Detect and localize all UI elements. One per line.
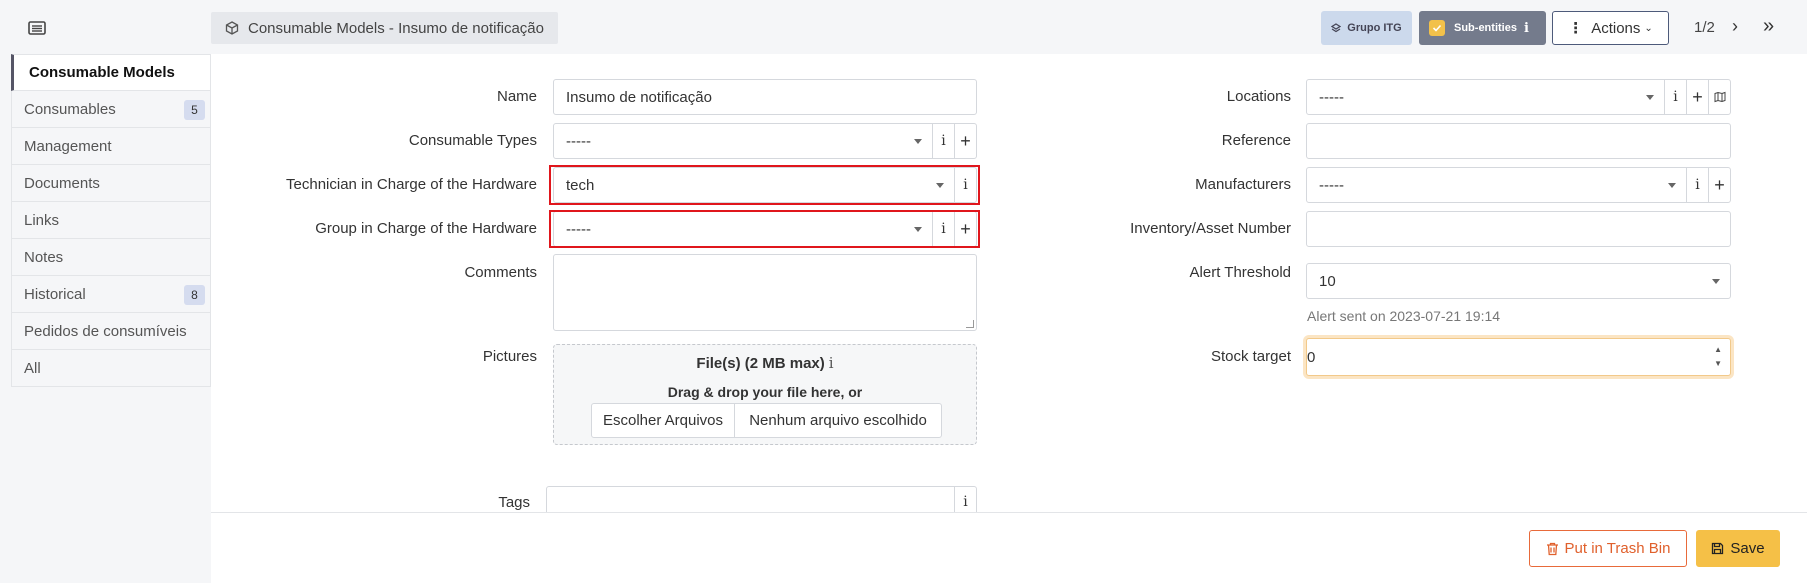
tab-list: Consumable Models Consumables 5 Managemen… (11, 54, 211, 387)
next-icon[interactable]: › (1732, 16, 1738, 37)
alert-threshold-label: Alert Threshold (1189, 264, 1291, 281)
reference-input[interactable] (1306, 123, 1731, 159)
page-title: Consumable Models - Insumo de notificaçã… (248, 19, 544, 37)
pictures-label: Pictures (482, 348, 537, 365)
tab-consumables[interactable]: Consumables 5 (11, 91, 211, 128)
dropzone-hint: Drag & drop your file here, or (667, 384, 863, 400)
manufacturers-value: ----- (1319, 176, 1344, 194)
kebab-icon: ⋮ (1568, 20, 1584, 37)
info-icon: i (1523, 20, 1529, 36)
file-dropzone[interactable]: File(s) (2 MB max) i Drag & drop your fil… (553, 344, 977, 445)
consumable-types-value: ----- (566, 132, 591, 150)
consumable-types-label: Consumable Types (408, 132, 537, 149)
top-bar: Consumable Models - Insumo de notificaçã… (211, 0, 1807, 54)
plus-icon[interactable]: + (1708, 168, 1730, 202)
alert-threshold-value: 10 (1319, 272, 1336, 290)
plus-icon[interactable]: + (1686, 80, 1708, 114)
count-badge: 8 (184, 285, 205, 305)
checkbox-icon (1429, 20, 1445, 36)
pager-count: 1/2 (1694, 19, 1715, 36)
chevron-down-icon (1712, 278, 1720, 284)
tags-label: Tags (498, 494, 530, 511)
choose-files-button[interactable]: Escolher Arquivos (592, 404, 735, 437)
actions-label: Actions (1591, 19, 1641, 37)
tab-label: Notes (24, 248, 64, 266)
stock-target-input[interactable]: 0 ▲ ▼ (1306, 338, 1731, 376)
trash-icon (1546, 542, 1558, 555)
locations-select[interactable]: ----- i + (1306, 79, 1731, 115)
locations-value: ----- (1319, 88, 1344, 106)
alert-threshold-select[interactable]: 10 (1306, 263, 1731, 299)
tab-label: Documents (24, 174, 100, 192)
inventory-input[interactable] (1306, 211, 1731, 247)
entity-button[interactable]: Grupo ITG (1321, 11, 1412, 45)
reference-label: Reference (1221, 132, 1291, 149)
comments-label: Comments (464, 264, 537, 281)
trash-label: Put in Trash Bin (1564, 540, 1671, 557)
stock-target-value: 0 (1307, 348, 1316, 366)
actions-button[interactable]: ⋮ Actions ⌄ (1552, 11, 1669, 45)
locations-label: Locations (1226, 88, 1291, 105)
resize-handle-icon[interactable] (966, 320, 974, 328)
tab-label: Historical (24, 285, 86, 303)
tab-links[interactable]: Links (11, 202, 211, 239)
list-icon[interactable] (27, 20, 47, 36)
chevron-down-icon (914, 138, 922, 144)
left-panel: Consumable Models Consumables 5 Managemen… (0, 0, 211, 583)
tab-label: Links (24, 211, 60, 229)
entity-label: Grupo ITG (1347, 22, 1402, 34)
tab-label: Pedidos de consumíveis (24, 322, 187, 340)
count-badge: 5 (184, 100, 205, 120)
save-button[interactable]: Save (1696, 530, 1780, 567)
tab-notes[interactable]: Notes (11, 239, 211, 276)
dropzone-title-text: File(s) (2 MB max) (696, 355, 825, 372)
alert-sent-note: Alert sent on 2023-07-21 19:14 (1307, 308, 1501, 324)
layers-icon (1331, 23, 1342, 33)
tab-pedidos-consumiveis[interactable]: Pedidos de consumíveis (11, 313, 211, 350)
chevron-down-icon (1668, 182, 1676, 188)
technician-label: Technician in Charge of the Hardware (286, 176, 537, 193)
last-icon[interactable]: » (1763, 15, 1774, 38)
tab-historical[interactable]: Historical 8 (11, 276, 211, 313)
group-label: Group in Charge of the Hardware (315, 220, 537, 237)
tab-label: Consumables (24, 100, 116, 118)
info-icon[interactable]: i (932, 124, 954, 158)
file-status: Nenhum arquivo escolhido (749, 412, 927, 429)
tab-label: Consumable Models (29, 64, 175, 81)
subentities-label: Sub-entities (1454, 22, 1517, 34)
info-icon[interactable]: i (1686, 168, 1708, 202)
box-icon (225, 21, 239, 35)
manufacturers-label: Manufacturers (1195, 176, 1291, 193)
comments-textarea[interactable] (553, 254, 977, 331)
technician-highlight (549, 165, 980, 205)
tab-label: Management (24, 137, 112, 155)
tab-label: All (24, 359, 41, 377)
name-value: Insumo de notificação (566, 88, 712, 106)
chevron-down-icon: ⌄ (1644, 22, 1653, 34)
inventory-label: Inventory/Asset Number (1130, 220, 1291, 237)
name-input[interactable]: Insumo de notificação (553, 79, 977, 115)
map-icon[interactable] (1708, 80, 1730, 114)
save-label: Save (1730, 540, 1765, 557)
tab-all[interactable]: All (11, 350, 211, 387)
tab-consumable-models[interactable]: Consumable Models (11, 54, 211, 91)
stock-target-label: Stock target (1210, 348, 1291, 365)
file-input[interactable]: Escolher Arquivos Nenhum arquivo escolhi… (591, 403, 942, 438)
trash-button[interactable]: Put in Trash Bin (1529, 530, 1687, 567)
breadcrumb: Consumable Models - Insumo de notificaçã… (211, 12, 558, 44)
dropzone-title: File(s) (2 MB max) i (554, 354, 976, 372)
spinner-arrows-icon[interactable]: ▲ ▼ (1714, 343, 1722, 371)
consumable-types-select[interactable]: ----- i + (553, 123, 977, 159)
tab-management[interactable]: Management (11, 128, 211, 165)
manufacturers-select[interactable]: ----- i + (1306, 167, 1731, 203)
name-label: Name (496, 88, 537, 105)
group-highlight (549, 210, 980, 248)
plus-icon[interactable]: + (954, 124, 976, 158)
chevron-down-icon (1646, 94, 1654, 100)
info-icon[interactable]: i (1664, 80, 1686, 114)
subentities-toggle[interactable]: Sub-entities i (1419, 11, 1546, 45)
info-icon[interactable]: i (829, 354, 834, 372)
save-icon (1712, 542, 1724, 555)
tab-documents[interactable]: Documents (11, 165, 211, 202)
